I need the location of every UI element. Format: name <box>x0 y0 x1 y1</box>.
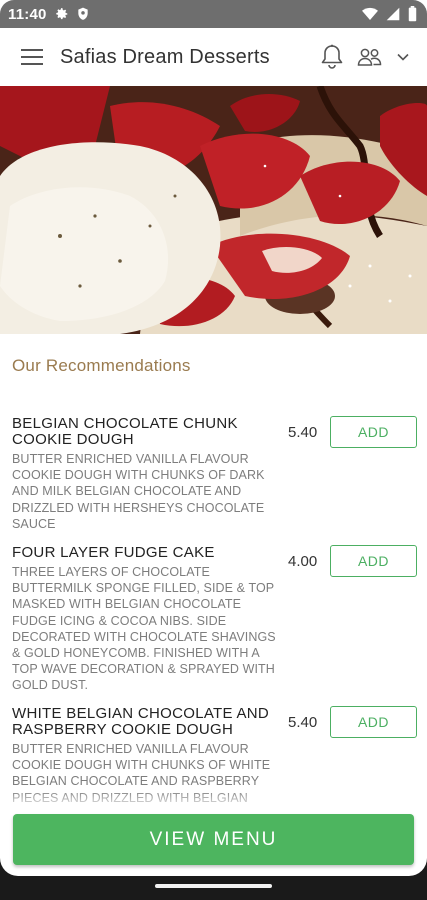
add-button[interactable]: ADD <box>330 706 417 738</box>
item-description: BUTTER ENRICHED VANILLA FLAVOUR COOKIE D… <box>12 452 265 531</box>
app-screen: 11:40 Safias Dream Desserts Our Recommen… <box>0 0 427 876</box>
device-frame: 11:40 Safias Dream Desserts Our Recommen… <box>0 0 427 900</box>
item-name: BELGIAN CHOCOLATE CHUNK COOKIE DOUGH <box>12 415 238 448</box>
app-actions <box>315 40 415 74</box>
home-indicator[interactable] <box>155 884 272 888</box>
app-bar: Safias Dream Desserts <box>0 28 427 86</box>
item-price: 5.40 <box>288 424 318 441</box>
add-button[interactable]: ADD <box>330 416 417 448</box>
shield-icon <box>77 7 89 21</box>
status-time: 11:40 <box>8 5 47 23</box>
wifi-icon <box>362 7 378 21</box>
list-item: BELGIAN CHOCOLATE CHUNK COOKIE DOUGH BUT… <box>12 416 417 532</box>
item-price: 4.00 <box>288 553 318 570</box>
section-title: Our Recommendations <box>12 356 191 375</box>
gear-icon <box>55 7 69 21</box>
add-button[interactable]: ADD <box>330 545 417 577</box>
app-title: Safias Dream Desserts <box>60 45 270 68</box>
people-icon[interactable] <box>353 40 387 74</box>
status-right <box>362 6 417 22</box>
chevron-down-icon[interactable] <box>391 40 415 74</box>
item-price: 5.40 <box>288 714 318 731</box>
hamburger-menu-icon[interactable] <box>10 35 54 79</box>
list-item: FOUR LAYER FUDGE CAKE THREE LAYERS OF CH… <box>12 545 417 694</box>
scroll-fade <box>0 790 427 810</box>
item-description: THREE LAYERS OF CHOCOLATE BUTTERMILK SPO… <box>12 565 276 693</box>
battery-icon <box>408 6 417 22</box>
cellular-icon <box>386 7 400 21</box>
view-menu-button[interactable]: VIEW MENU <box>13 814 414 865</box>
bell-icon[interactable] <box>315 40 349 74</box>
status-left: 11:40 <box>8 6 89 23</box>
hero-image <box>0 86 427 334</box>
status-bar: 11:40 <box>0 0 427 28</box>
item-name: FOUR LAYER FUDGE CAKE <box>12 544 215 561</box>
item-name: WHITE BELGIAN CHOCOLATE AND RASPBERRY CO… <box>12 705 270 738</box>
